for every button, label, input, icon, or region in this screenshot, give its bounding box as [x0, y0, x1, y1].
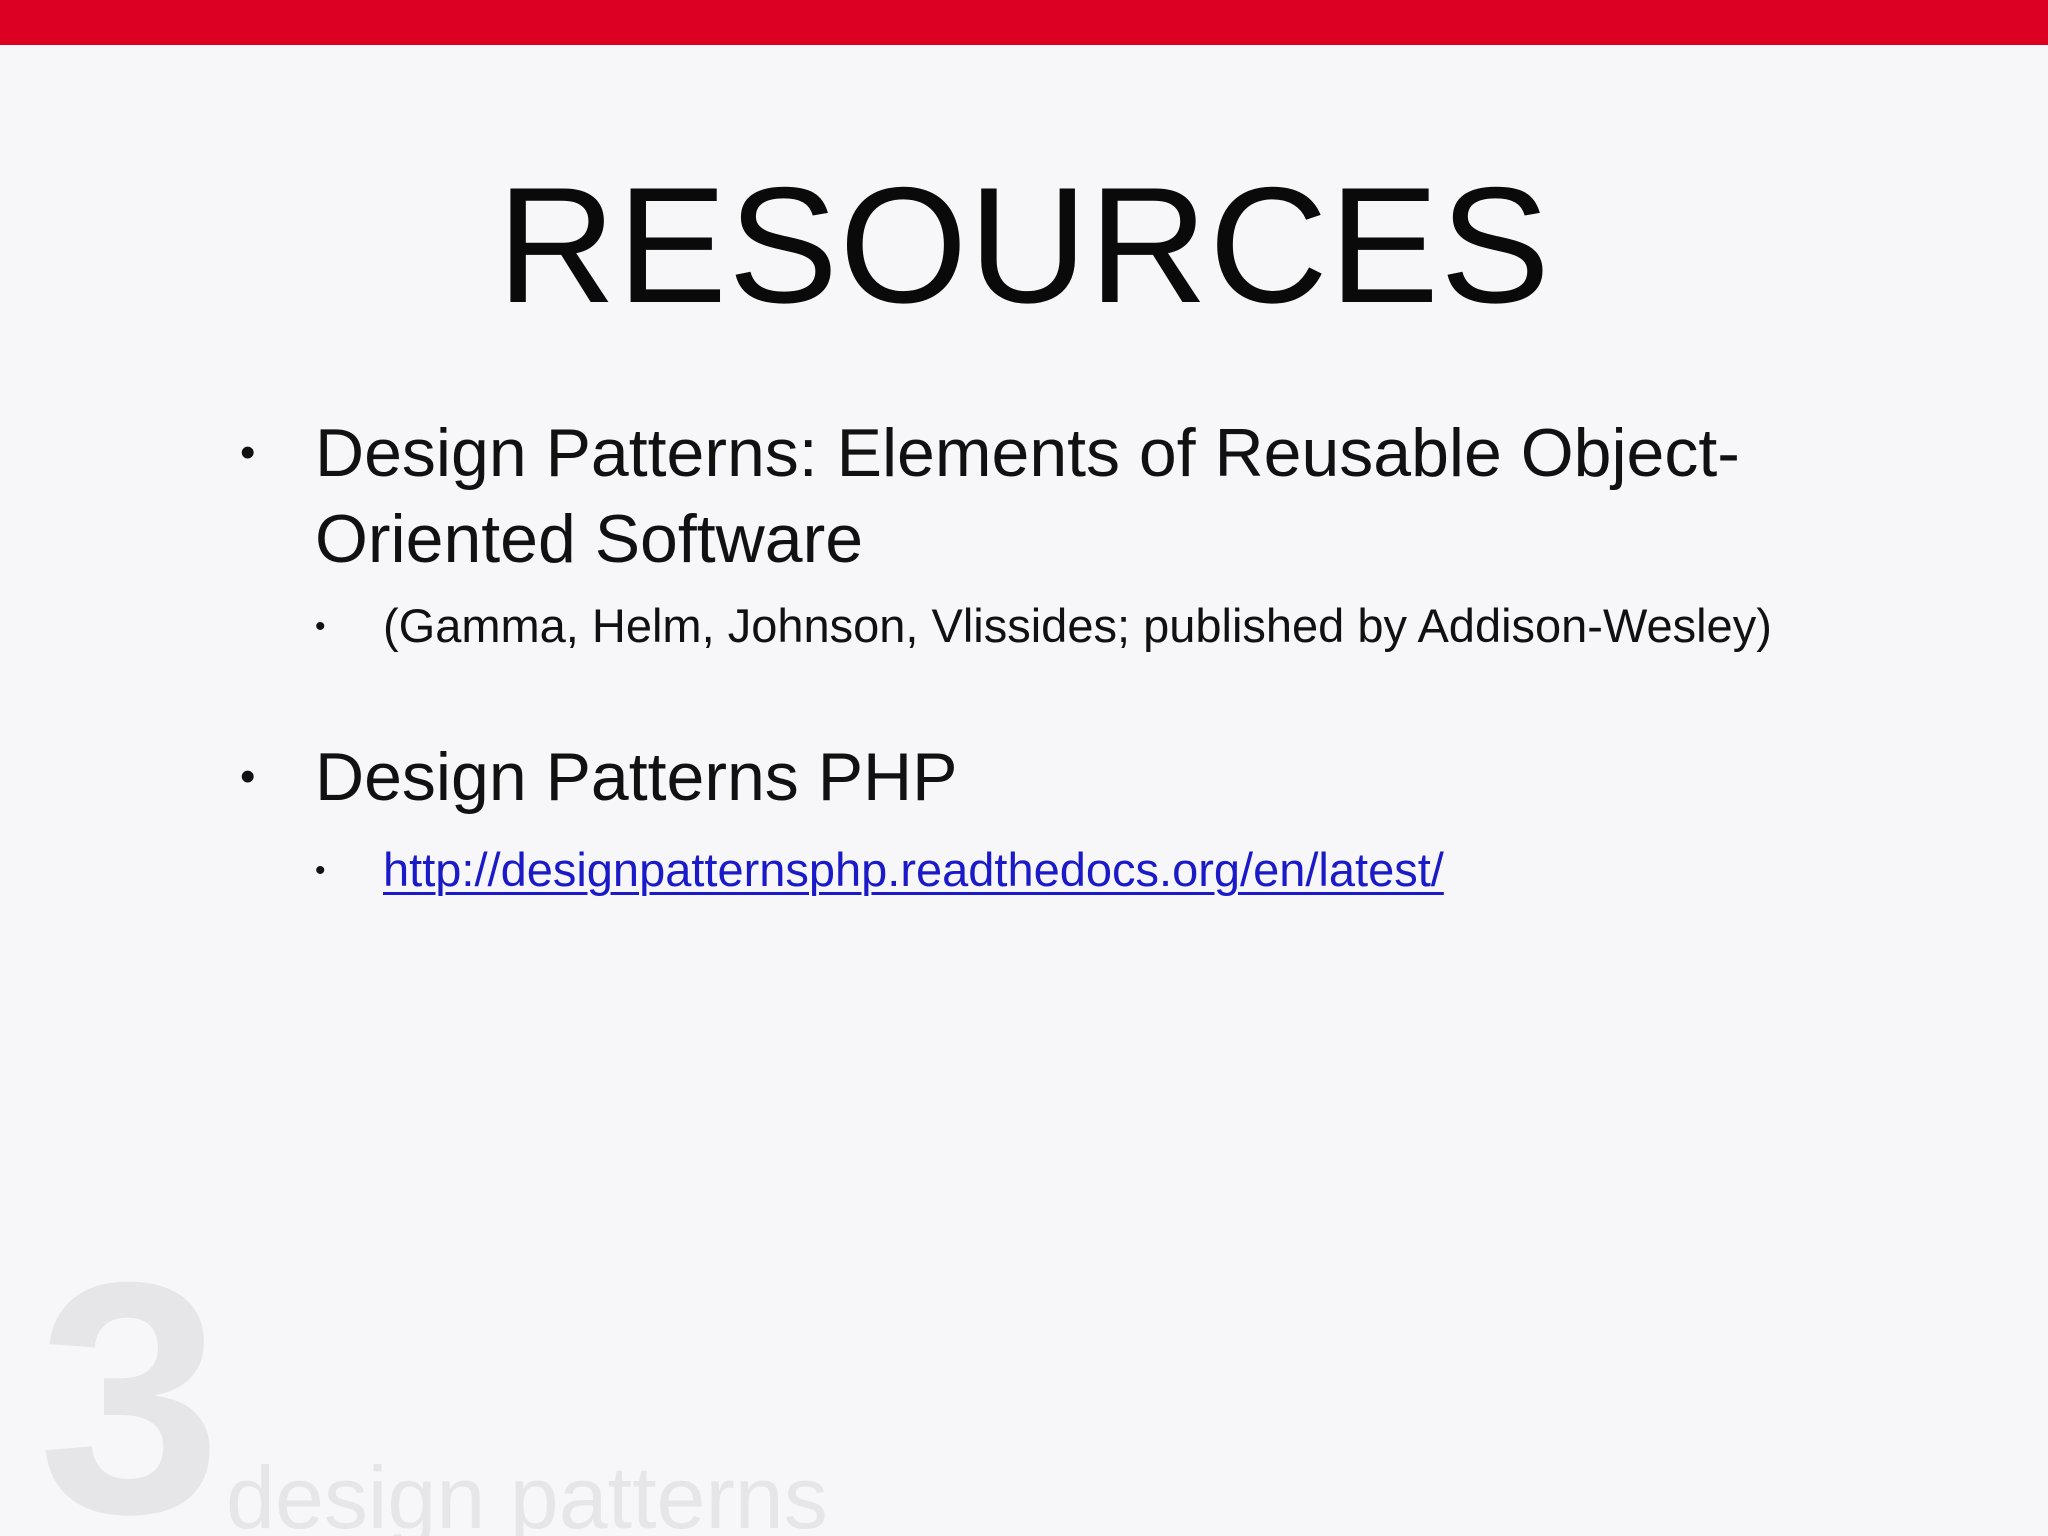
- sub-bullet-authors: • (Gamma, Helm, Johnson, Vlissides; publ…: [315, 596, 1900, 656]
- sub-bullet-link: • http://designpatternsphp.readthedocs.o…: [315, 840, 1900, 900]
- bullet-item-design-patterns-php: • Design Patterns PHP: [240, 734, 1900, 820]
- top-accent-bar: [0, 0, 2048, 45]
- bullet-text: Design Patterns PHP: [315, 739, 958, 815]
- bullet-text: Design Patterns: Elements of Reusable Ob…: [315, 415, 1740, 577]
- bullet-list: • Design Patterns: Elements of Reusable …: [240, 410, 1900, 900]
- sub-bullet-dot: •: [315, 610, 326, 643]
- logo-caption: design patterns: [226, 1448, 828, 1536]
- sub-bullet-text: (Gamma, Helm, Johnson, Vlissides; publis…: [383, 599, 1772, 652]
- sub-bullet-dot: •: [315, 854, 326, 887]
- design-patterns-logo-watermark: 3 design patterns: [38, 1250, 828, 1536]
- logo-numeral: 3: [38, 1250, 222, 1536]
- bullet-dot: •: [240, 428, 256, 477]
- designpatternsphp-link[interactable]: http://designpatternsphp.readthedocs.org…: [383, 843, 1444, 896]
- bullet-item-design-patterns-book: • Design Patterns: Elements of Reusable …: [240, 410, 1900, 582]
- slide-title: RESOURCES: [496, 153, 1552, 337]
- bullet-dot: •: [240, 752, 256, 801]
